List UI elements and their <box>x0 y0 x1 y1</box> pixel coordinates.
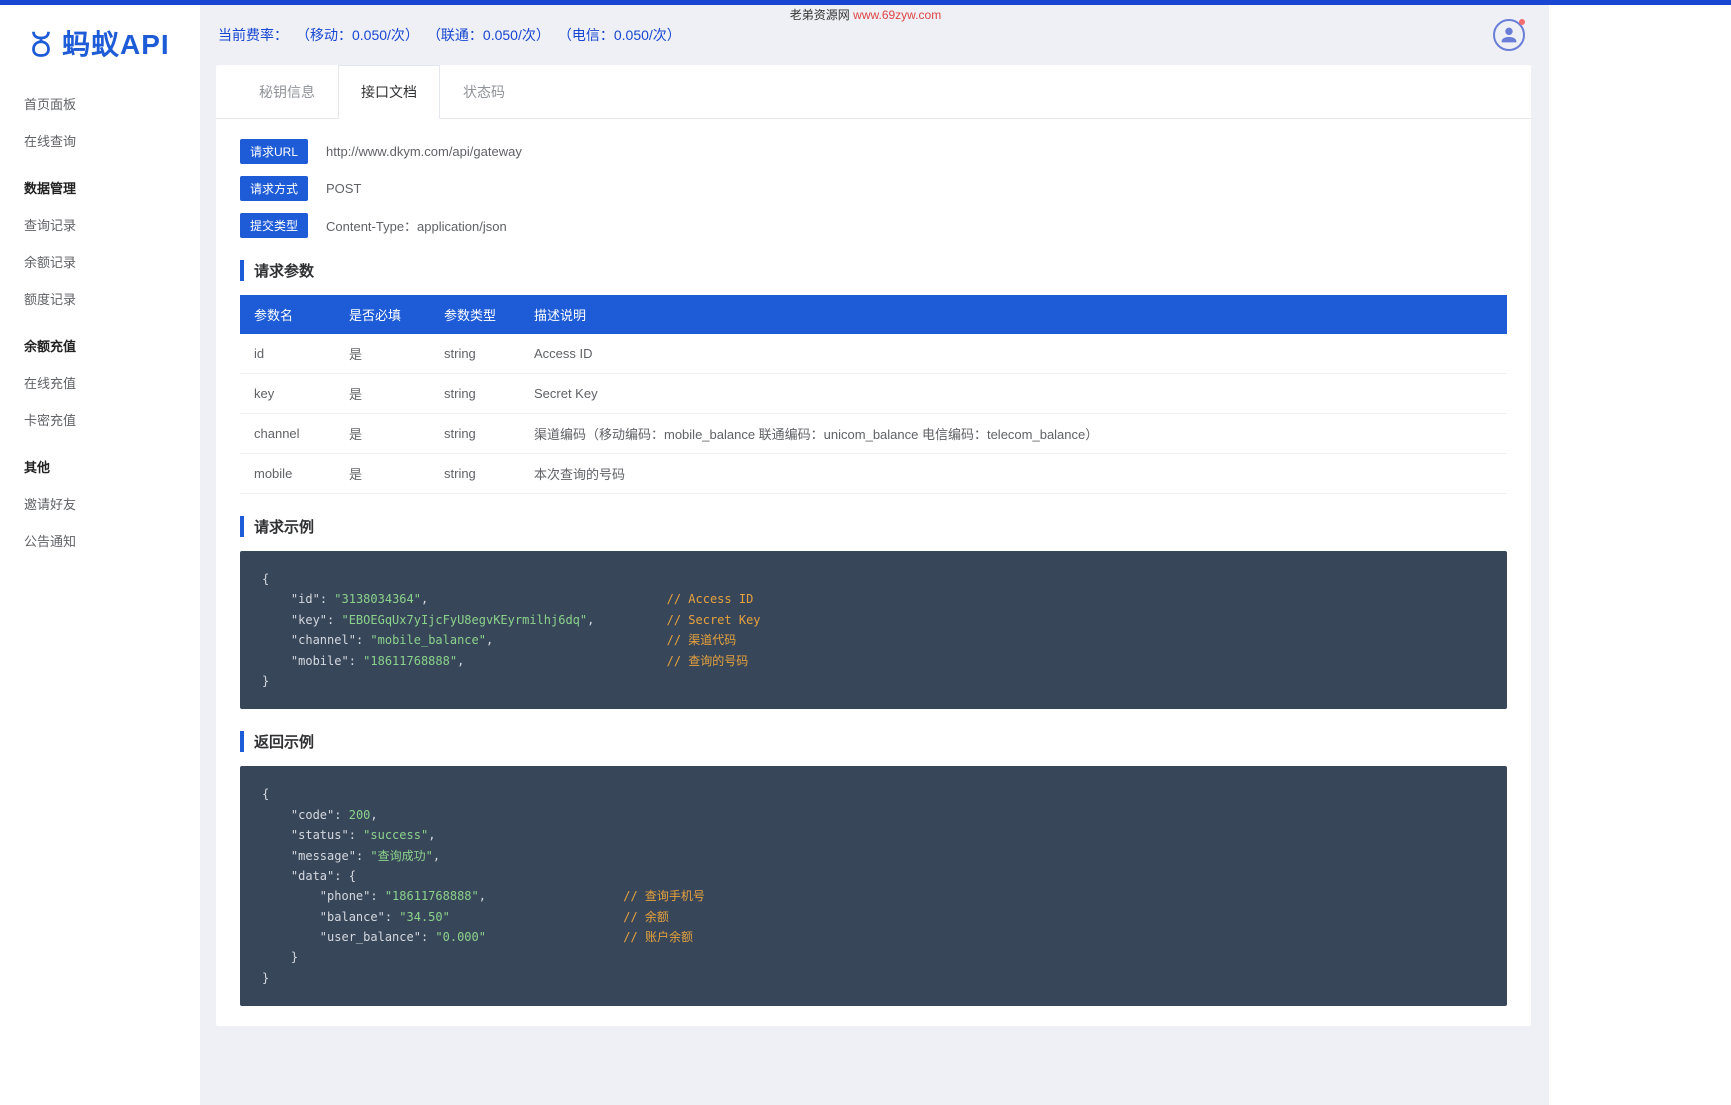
td-required: 是 <box>335 374 430 414</box>
watermark-label: 老弟资源网 <box>790 8 850 22</box>
th-required: 是否必填 <box>335 295 430 334</box>
params-table: 参数名 是否必填 参数类型 描述说明 id是stringAccess IDkey… <box>240 295 1507 494</box>
table-row: channel是string渠道编码（移动编码：mobile_balance 联… <box>240 414 1507 454</box>
table-row: key是stringSecret Key <box>240 374 1507 414</box>
user-avatar[interactable] <box>1493 19 1525 51</box>
rate-label: 当前费率： <box>218 25 288 45</box>
params-header-row: 参数名 是否必填 参数类型 描述说明 <box>240 295 1507 334</box>
sidebar-item-9: 其他 <box>0 448 200 485</box>
sidebar-item-1[interactable]: 在线查询 <box>0 122 200 159</box>
info-label-0: 请求URL <box>240 139 308 164</box>
watermark: 老弟资源网 www.69zyw.com <box>790 6 941 23</box>
td-name: key <box>240 374 335 414</box>
info-value-1: POST <box>326 181 361 196</box>
info-row-0: 请求URL http://www.dkym.com/api/gateway <box>240 139 1507 164</box>
th-type: 参数类型 <box>430 295 520 334</box>
tab-1[interactable]: 接口文档 <box>338 65 440 119</box>
td-required: 是 <box>335 454 430 494</box>
info-value-2: Content-Type：application/json <box>326 216 507 235</box>
right-whitespace <box>1549 5 1731 1105</box>
main: 当前费率： （移动：0.050/次） （联通：0.050/次） （电信：0.05… <box>200 5 1549 1105</box>
td-required: 是 <box>335 414 430 454</box>
info-label-1: 请求方式 <box>240 176 308 201</box>
watermark-url: www.69zyw.com <box>853 8 941 22</box>
rate-telecom: （电信：0.050/次） <box>558 25 681 45</box>
tab-2[interactable]: 状态码 <box>440 65 528 119</box>
td-type: string <box>430 334 520 374</box>
td-type: string <box>430 374 520 414</box>
sidebar-item-8[interactable]: 卡密充值 <box>0 401 200 438</box>
tab-0[interactable]: 秘钥信息 <box>236 65 338 119</box>
content-card: 秘钥信息接口文档状态码 请求URL http://www.dkym.com/api… <box>216 65 1531 1026</box>
th-name: 参数名 <box>240 295 335 334</box>
user-icon <box>1498 24 1520 46</box>
sidebar-item-11[interactable]: 公告通知 <box>0 522 200 559</box>
sidebar: 蚂蚁API 首页面板在线查询数据管理查询记录余额记录额度记录余额充值在线充值卡密… <box>0 5 200 1105</box>
sidebar-item-0[interactable]: 首页面板 <box>0 85 200 122</box>
doc-body: 请求URL http://www.dkym.com/api/gateway 请求方式… <box>216 119 1531 1006</box>
td-required: 是 <box>335 334 430 374</box>
sidebar-item-5[interactable]: 额度记录 <box>0 280 200 317</box>
section-request-example-title: 请求示例 <box>240 516 1507 537</box>
sidebar-item-2: 数据管理 <box>0 169 200 206</box>
td-name: mobile <box>240 454 335 494</box>
th-desc: 描述说明 <box>520 295 1507 334</box>
info-row-2: 提交类型 Content-Type：application/json <box>240 213 1507 238</box>
response-example-code: { "code": 200, "status": "success", "mes… <box>240 766 1507 1006</box>
sidebar-item-3[interactable]: 查询记录 <box>0 206 200 243</box>
rate-info: 当前费率： （移动：0.050/次） （联通：0.050/次） （电信：0.05… <box>218 25 681 45</box>
td-name: channel <box>240 414 335 454</box>
section-params-title: 请求参数 <box>240 260 1507 281</box>
sidebar-item-4[interactable]: 余额记录 <box>0 243 200 280</box>
td-desc: 本次查询的号码 <box>520 454 1507 494</box>
info-row-1: 请求方式 POST <box>240 176 1507 201</box>
sidebar-item-7[interactable]: 在线充值 <box>0 364 200 401</box>
table-row: id是stringAccess ID <box>240 334 1507 374</box>
logo-text: 蚂蚁API <box>62 23 170 63</box>
info-label-2: 提交类型 <box>240 213 308 238</box>
td-type: string <box>430 414 520 454</box>
rate-mobile: （移动：0.050/次） <box>296 25 419 45</box>
table-row: mobile是string本次查询的号码 <box>240 454 1507 494</box>
tabs: 秘钥信息接口文档状态码 <box>216 65 1531 119</box>
sidebar-item-10[interactable]: 邀请好友 <box>0 485 200 522</box>
logo[interactable]: 蚂蚁API <box>0 5 200 85</box>
td-name: id <box>240 334 335 374</box>
td-desc: 渠道编码（移动编码：mobile_balance 联通编码：unicom_bal… <box>520 414 1507 454</box>
nav: 首页面板在线查询数据管理查询记录余额记录额度记录余额充值在线充值卡密充值其他邀请… <box>0 85 200 579</box>
td-desc: Secret Key <box>520 374 1507 414</box>
ant-logo-icon <box>26 28 56 58</box>
sidebar-item-6: 余额充值 <box>0 327 200 364</box>
request-example-code: { "id": "3138034364", // Access ID "key"… <box>240 551 1507 709</box>
rate-unicom: （联通：0.050/次） <box>427 25 550 45</box>
td-desc: Access ID <box>520 334 1507 374</box>
info-value-0: http://www.dkym.com/api/gateway <box>326 144 522 159</box>
section-response-example-title: 返回示例 <box>240 731 1507 752</box>
td-type: string <box>430 454 520 494</box>
